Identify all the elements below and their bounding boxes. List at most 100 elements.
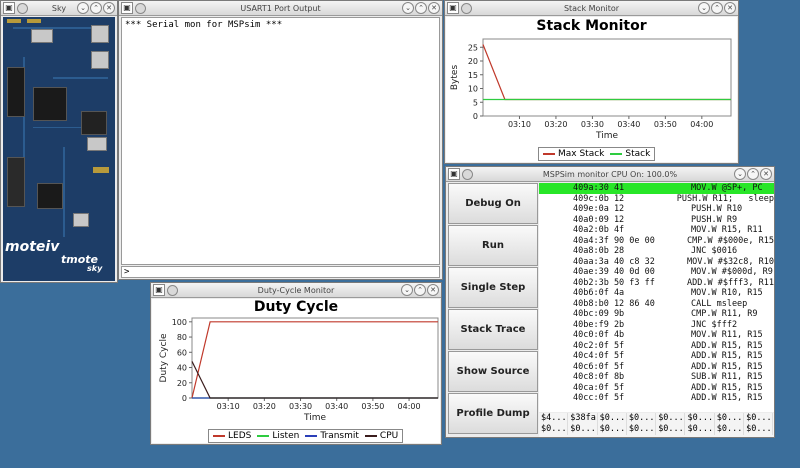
- stack-monitor-titlebar[interactable]: ▣ Stack Monitor ⌄ ⌃ ✕: [445, 1, 738, 16]
- serial-output[interactable]: *** Serial mon for MSPsim ***: [121, 17, 440, 265]
- instruction-row[interactable]: 40c8:0f 8b SUB.W R11, R15: [539, 372, 774, 383]
- debug-on-button[interactable]: Debug On: [448, 183, 538, 224]
- instruction-row[interactable]: 409c:0b 12 PUSH.W R11; sleep: [539, 194, 774, 205]
- instruction-row[interactable]: 40c6:0f 5f ADD.W R15, R15: [539, 362, 774, 373]
- legend-label: Max Stack: [558, 149, 605, 159]
- minimize-icon[interactable]: ⌄: [401, 284, 413, 296]
- legend-swatch: [610, 153, 623, 155]
- instruction-row[interactable]: 40ca:0f 5f ADD.W R15, R15: [539, 383, 774, 394]
- window-menu-icon[interactable]: ▣: [153, 284, 165, 296]
- instruction-row[interactable]: 40b2:3b 50 f3 ff ADD.W #$fff3, R11: [539, 278, 774, 289]
- instruction-text: JNC $fff2: [691, 319, 738, 330]
- disassembly-list[interactable]: 409a:30 41 MOV.W @SP+, PC 409c:0b 12 PUSH.W…: [539, 183, 774, 412]
- instruction-address: 40c6:0f 5f: [573, 361, 625, 372]
- single-step-button[interactable]: Single Step: [448, 267, 538, 308]
- instruction-text: MOV.W @SP+, PC: [691, 183, 763, 193]
- register-value: $0...: [570, 424, 598, 435]
- duty-legend: LEDS Listen Transmit CPU: [208, 429, 404, 443]
- instruction-row[interactable]: 40b6:0f 4a MOV.W R10, R15: [539, 288, 774, 299]
- instruction-text: PUSH.W R10: [691, 204, 743, 214]
- duty-monitor-titlebar[interactable]: ▣ Duty-Cycle Monitor ⌄ ⌃ ✕: [151, 283, 441, 298]
- maximize-icon[interactable]: ⌃: [747, 168, 759, 180]
- instruction-address: 40be:f9 2b: [573, 319, 625, 330]
- instruction-address: 40cc:0f 5f: [573, 393, 625, 403]
- close-icon[interactable]: ✕: [427, 284, 439, 296]
- sticky-icon[interactable]: [461, 3, 472, 14]
- window-menu-icon[interactable]: ▣: [447, 2, 459, 14]
- sky-titlebar[interactable]: ▣ Sky ⌄ ⌃ ✕: [1, 1, 117, 16]
- usart-title: USART1 Port Output: [240, 4, 321, 13]
- close-icon[interactable]: ✕: [103, 2, 115, 14]
- instruction-text: PUSH.W R11; sleep: [676, 193, 774, 204]
- instruction-row[interactable]: 40c0:0f 4b MOV.W R11, R15: [539, 330, 774, 341]
- instruction-row[interactable]: 40a8:0b 28 JNC $0016: [539, 246, 774, 257]
- minimize-icon[interactable]: ⌄: [402, 2, 414, 14]
- maximize-icon[interactable]: ⌃: [415, 2, 427, 14]
- usart-titlebar[interactable]: ▣ USART1 Port Output ⌄ ⌃ ✕: [119, 1, 442, 16]
- instruction-row[interactable]: 409e:0a 12 PUSH.W R10: [539, 204, 774, 215]
- stack-monitor-window: ▣ Stack Monitor ⌄ ⌃ ✕ Stack Monitor 25 20…: [444, 0, 739, 164]
- minimize-icon[interactable]: ⌄: [698, 2, 710, 14]
- current-instruction-row[interactable]: 409a:30 41 MOV.W @SP+, PC: [539, 183, 774, 194]
- serial-input[interactable]: >: [121, 266, 440, 278]
- sky-board-image[interactable]: moteiv tmote sky: [3, 17, 115, 281]
- stack-legend: Max Stack Stack: [538, 147, 656, 161]
- instruction-row[interactable]: 40b8:b0 12 86 40 CALL msleep: [539, 299, 774, 310]
- register-value: $0...: [746, 424, 774, 435]
- maximize-icon[interactable]: ⌃: [414, 284, 426, 296]
- instruction-address: 40c4:0f 5f: [573, 351, 625, 361]
- instruction-row[interactable]: 40bc:09 9b CMP.W R11, R9: [539, 309, 774, 320]
- x-tick-label: 03:30: [289, 402, 312, 411]
- instruction-address: 40ae:39 40 0d 00: [573, 267, 655, 277]
- instruction-address: 40a8:0b 28: [573, 246, 625, 256]
- instruction-row[interactable]: 40c2:0f 5f ADD.W R15, R15: [539, 341, 774, 352]
- instruction-address: 40c0:0f 4b: [573, 330, 625, 340]
- instruction-text: CALL msleep: [691, 298, 748, 309]
- instruction-row[interactable]: 40be:f9 2b JNC $fff2: [539, 320, 774, 331]
- show-source-button[interactable]: Show Source: [448, 351, 538, 392]
- profile-dump-button[interactable]: Profile Dump: [448, 393, 538, 434]
- instruction-row[interactable]: 40aa:3a 40 c8 32 MOV.W #$32c8, R10: [539, 257, 774, 268]
- instruction-row[interactable]: 40a4:3f 90 0e 00 CMP.W #$000e, R15: [539, 236, 774, 247]
- window-menu-icon[interactable]: ▣: [448, 168, 460, 180]
- sky-title: Sky: [51, 4, 67, 13]
- close-icon[interactable]: ✕: [724, 2, 736, 14]
- instruction-text: ADD.W R15, R15: [691, 361, 763, 372]
- instruction-row[interactable]: 40a2:0b 4f MOV.W R15, R11: [539, 225, 774, 236]
- instruction-row[interactable]: 40a0:09 12 PUSH.W R9: [539, 215, 774, 226]
- instruction-row[interactable]: 40ae:39 40 0d 00 MOV.W #$000d, R9: [539, 267, 774, 278]
- instruction-address: 40b6:0f 4a: [573, 288, 625, 298]
- mspsim-title: MSPSim monitor CPU On: 100.0%: [542, 170, 678, 179]
- stack-trace-button[interactable]: Stack Trace: [448, 309, 538, 350]
- sticky-icon[interactable]: [135, 3, 146, 14]
- mspsim-titlebar[interactable]: ▣ MSPSim monitor CPU On: 100.0% ⌄ ⌃ ✕: [446, 167, 774, 182]
- instruction-address: 40a4:3f 90 0e 00: [573, 235, 655, 246]
- legend-label: Transmit: [320, 431, 359, 441]
- sticky-icon[interactable]: [167, 285, 178, 296]
- y-tick-label: 60: [177, 348, 187, 357]
- duty-monitor-window-title: Duty-Cycle Monitor: [257, 286, 335, 295]
- close-icon[interactable]: ✕: [428, 2, 440, 14]
- legend-swatch: [543, 153, 555, 155]
- minimize-icon[interactable]: ⌄: [77, 2, 89, 14]
- run-button[interactable]: Run: [448, 225, 538, 266]
- sticky-icon[interactable]: [17, 3, 28, 14]
- plot-area: [191, 317, 439, 399]
- window-menu-icon[interactable]: ▣: [3, 2, 15, 14]
- minimize-icon[interactable]: ⌄: [734, 168, 746, 180]
- maximize-icon[interactable]: ⌃: [711, 2, 723, 14]
- sticky-icon[interactable]: [462, 169, 473, 180]
- close-icon[interactable]: ✕: [760, 168, 772, 180]
- register-value: $4...: [541, 413, 569, 424]
- maximize-icon[interactable]: ⌃: [90, 2, 102, 14]
- instruction-address: 40aa:3a 40 c8 32: [573, 256, 655, 267]
- instruction-row[interactable]: 40c4:0f 5f ADD.W R15, R15: [539, 351, 774, 362]
- x-tick-label: 04:00: [690, 120, 713, 129]
- sky-window: ▣ Sky ⌄ ⌃ ✕ moteiv tmote sky: [0, 0, 118, 283]
- register-value: $0...: [716, 424, 745, 435]
- window-menu-icon[interactable]: ▣: [121, 2, 133, 14]
- instruction-row[interactable]: 40cc:0f 5f ADD.W R15, R15: [539, 393, 774, 404]
- usart-window: ▣ USART1 Port Output ⌄ ⌃ ✕ *** Serial mo…: [118, 0, 443, 280]
- y-tick-label: 0: [182, 394, 187, 403]
- y-tick-label: 0: [473, 112, 478, 121]
